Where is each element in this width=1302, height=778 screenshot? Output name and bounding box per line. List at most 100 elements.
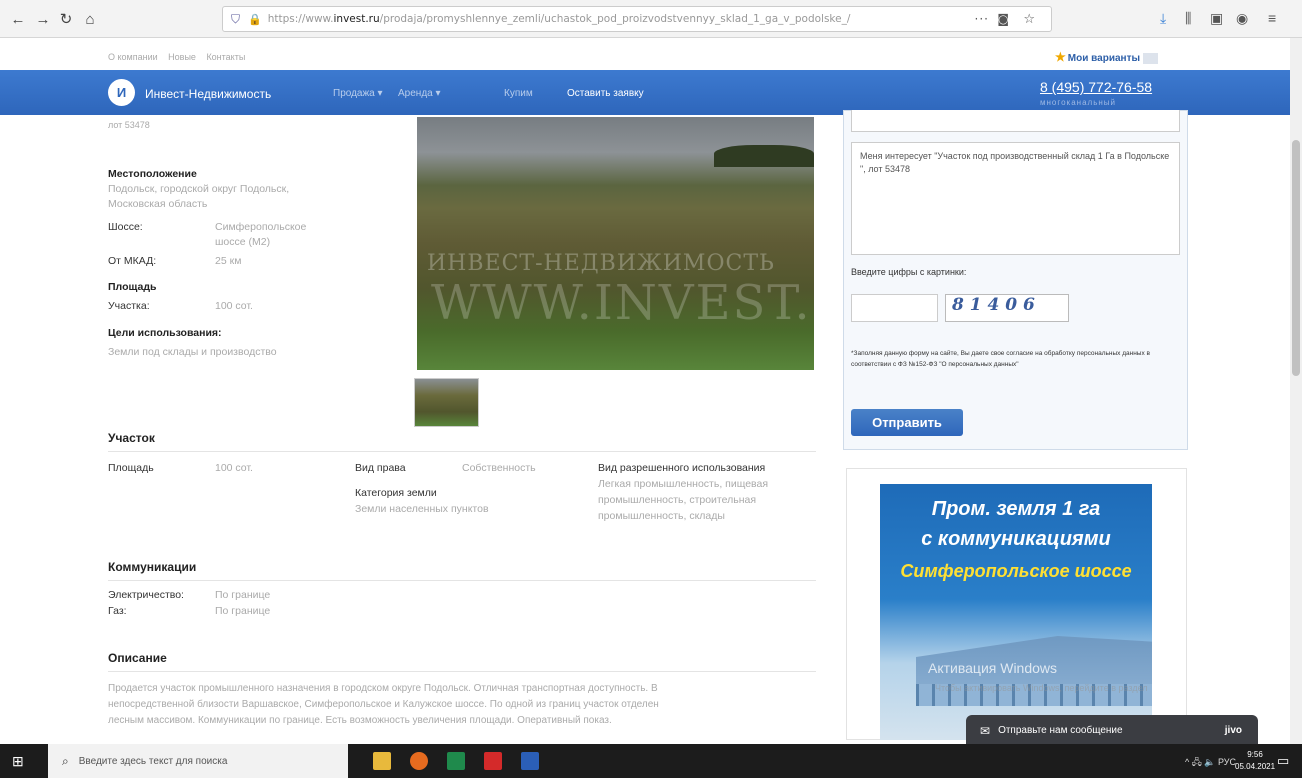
ad-line-2: с коммуникациями <box>921 528 1111 550</box>
variants-count-badge <box>1143 52 1159 64</box>
browser-toolbar: ← → ↻ ⌂ ⛉ 🔒 https://www. invest.ru/prodaj… <box>0 0 1302 38</box>
windows-activation-sub: Чтобы активировать Windows, перейдите в … <box>935 683 1148 693</box>
sidebar-icon[interactable]: ▣ <box>1210 10 1223 27</box>
highway-label: Шоссе: <box>108 221 143 233</box>
star-icon: ★ <box>1055 50 1066 64</box>
captcha-input[interactable] <box>851 294 938 322</box>
forward-icon[interactable]: → <box>33 9 53 29</box>
photo-watermark-line1: ИНВЕСТ-НЕДВИЖИМОСТЬ <box>427 251 775 276</box>
url-path: /prodaja/promyshlennye_zemli/uchastok_po… <box>379 13 851 25</box>
file-explorer-icon[interactable] <box>373 752 391 770</box>
windows-start-icon[interactable]: ⊞ <box>12 753 24 770</box>
location-title: Местоположение <box>108 168 197 180</box>
electricity-value: По границе <box>215 589 271 601</box>
plot-area-label-2: Площадь <box>108 462 154 474</box>
highway-value-1: Симферопольское <box>215 221 307 233</box>
pocket-icon[interactable]: ◙ <box>997 12 1009 26</box>
mkad-label: От МКАД: <box>108 255 157 267</box>
ad-line-3: Симферопольское шоссе <box>900 561 1132 581</box>
search-icon: ⌕ <box>62 753 69 768</box>
my-variants-link[interactable]: ★ Мои варианты <box>1055 50 1159 64</box>
taskbar-search-placeholder: Введите здесь текст для поиска <box>78 755 228 767</box>
plot-section-title: Участок <box>108 431 155 445</box>
taskbar-clock[interactable]: 9:56 05.04.2021 <box>1235 749 1275 773</box>
nav-rent[interactable]: Аренда ▾ <box>398 88 441 99</box>
land-category-label: Категория земли <box>355 487 437 499</box>
mkad-value: 25 км <box>215 255 242 267</box>
ownership-label: Вид права <box>355 462 406 474</box>
page-actions-icon[interactable]: ··· <box>975 12 989 26</box>
communications-title: Коммуникации <box>108 560 197 574</box>
word-icon[interactable] <box>521 752 539 770</box>
notification-icon[interactable]: ▭ <box>1277 753 1289 769</box>
divider <box>108 671 816 672</box>
address-line-2: Московская область <box>108 198 208 210</box>
purpose-title: Цели использования: <box>108 327 222 339</box>
nav-buy[interactable]: Купим <box>504 88 533 99</box>
phone-caption: многоканальный <box>1040 98 1117 107</box>
description-line-2: непосредственной близости Варшавское, Си… <box>108 699 659 710</box>
ad-banner[interactable]: Пром. земля 1 га с коммуникациями Симфер… <box>880 484 1152 740</box>
chat-label: Отправьте нам сообщение <box>998 725 1123 736</box>
system-tray[interactable]: ^ 🖧 🔈 РУС <box>1185 755 1236 771</box>
library-icon[interactable]: ⫼ <box>1185 10 1191 27</box>
windows-taskbar: ⊞ ⌕ Введите здесь текст для поиска ^ 🖧 🔈… <box>0 744 1302 778</box>
gas-label: Газ: <box>108 605 127 617</box>
logo-icon[interactable]: И <box>108 79 135 106</box>
url-domain: invest.ru <box>333 13 380 25</box>
address-line-1: Подольск, городской округ Подольск, <box>108 183 290 195</box>
plot-area-value: 100 сот. <box>215 300 253 312</box>
permitted-use-value-1: Легкая промышленность, пищевая <box>598 478 769 490</box>
plot-area-value-2: 100 сот. <box>215 462 253 474</box>
consent-text: *Заполняя данную форму на сайте, Вы дает… <box>851 350 1150 368</box>
purpose-value: Земли под склады и производство <box>108 346 277 358</box>
excel-icon[interactable] <box>447 752 465 770</box>
reload-icon[interactable]: ↻ <box>56 9 76 29</box>
clock-date: 05.04.2021 <box>1235 762 1276 771</box>
captcha-image: 8 1 4 0 6 <box>945 294 1069 322</box>
menu-icon[interactable]: ≡ <box>1268 10 1276 26</box>
plot-photo[interactable]: ИНВЕСТ-НЕДВИЖИМОСТЬ WWW.INVEST.RU <box>417 117 814 370</box>
message-icon: ✉ <box>980 723 991 738</box>
my-variants-label: Мои варианты <box>1067 53 1141 64</box>
url-prefix: https://www. <box>267 13 334 25</box>
photo-thumbnail[interactable] <box>414 378 479 427</box>
address-bar[interactable]: ⛉ 🔒 https://www. invest.ru/prodaja/promys… <box>222 6 1052 32</box>
top-links: О компании Новые Контакты <box>108 52 253 62</box>
acrobat-icon[interactable] <box>484 752 502 770</box>
electricity-label: Электричество: <box>108 589 184 601</box>
bookmark-star-icon[interactable]: ☆ <box>1023 12 1035 27</box>
divider <box>108 580 816 581</box>
nav-leave-request[interactable]: Оставить заявку <box>567 88 644 99</box>
submit-button[interactable]: Отправить <box>851 409 963 436</box>
area-title: Площадь <box>108 281 157 293</box>
top-link-about[interactable]: О компании <box>108 52 158 62</box>
top-link-contacts[interactable]: Контакты <box>206 52 245 62</box>
gas-value: По границе <box>215 605 271 617</box>
captcha-label: Введите цифры с картинки: <box>851 267 967 277</box>
chat-widget[interactable]: ✉ Отправьте нам сообщение jivo <box>966 715 1258 746</box>
top-link-new[interactable]: Новые <box>168 52 196 62</box>
back-icon[interactable]: ← <box>8 9 28 29</box>
taskbar-search[interactable]: ⌕ Введите здесь текст для поиска <box>48 744 348 778</box>
lot-number: лот 53478 <box>108 120 150 130</box>
description-line-1: Продается участок промышленного назначен… <box>108 683 658 694</box>
extension-icon[interactable]: ◉ <box>1236 10 1248 27</box>
chat-brand: jivo <box>1224 725 1242 736</box>
phone-number[interactable]: 8 (495) 772-76-58 <box>1040 79 1152 95</box>
download-icon[interactable]: ⤓ <box>1160 10 1166 27</box>
home-icon[interactable]: ⌂ <box>80 9 100 29</box>
plot-area-label: Участка: <box>108 300 150 312</box>
firefox-icon[interactable] <box>410 752 428 770</box>
nav-sale[interactable]: Продажа ▾ <box>333 88 383 99</box>
contact-input[interactable] <box>851 110 1180 132</box>
ownership-value: Собственность <box>462 462 536 474</box>
brand-name[interactable]: Инвест-Недвижимость <box>145 87 271 101</box>
land-category-value: Земли населенных пунктов <box>355 503 489 515</box>
lock-icon: 🔒 <box>248 12 262 26</box>
clock-time: 9:56 <box>1247 750 1263 759</box>
scrollbar-thumb[interactable] <box>1292 140 1300 376</box>
message-textarea[interactable]: Меня интересует "Участок под производств… <box>851 142 1180 255</box>
permitted-use-value-2: промышленность, строительная <box>598 494 757 506</box>
shield-icon: ⛉ <box>231 11 241 26</box>
